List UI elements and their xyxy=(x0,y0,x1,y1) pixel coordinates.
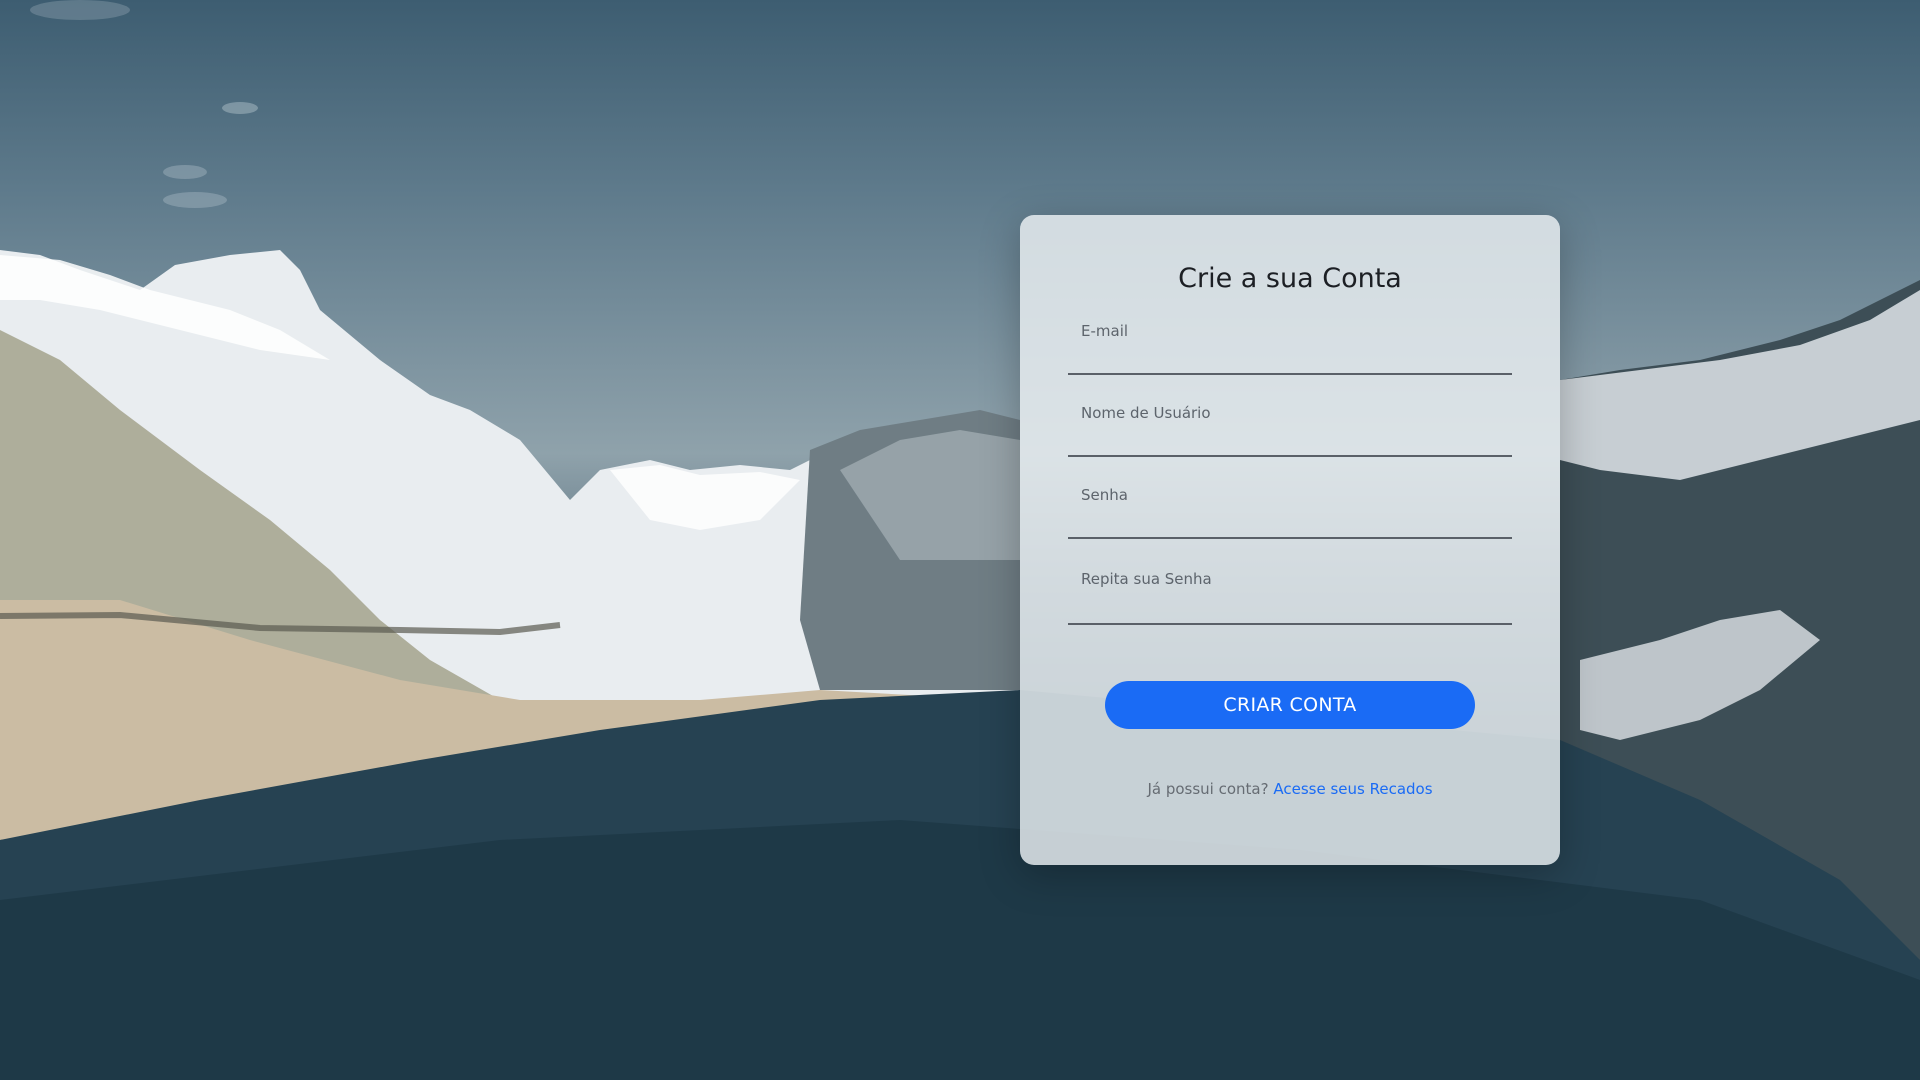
page-background: Crie a sua Conta CRIAR CONTA Já possui c… xyxy=(0,0,1920,1080)
signup-card: Crie a sua Conta CRIAR CONTA Já possui c… xyxy=(1020,215,1560,865)
repeat-password-field-wrapper xyxy=(1068,561,1512,625)
login-prompt-text: Já possui conta? xyxy=(1147,780,1269,798)
password-field[interactable] xyxy=(1068,479,1512,537)
username-field[interactable] xyxy=(1068,397,1512,455)
email-field[interactable] xyxy=(1068,315,1512,373)
login-link[interactable]: Acesse seus Recados xyxy=(1273,780,1432,798)
repeat-password-field[interactable] xyxy=(1068,561,1512,623)
create-account-button[interactable]: CRIAR CONTA xyxy=(1105,681,1475,729)
mountain-lake-background xyxy=(0,0,1920,1080)
form-title: Crie a sua Conta xyxy=(1178,263,1402,294)
password-field-wrapper xyxy=(1068,479,1512,539)
login-prompt: Já possui conta? Acesse seus Recados xyxy=(1020,780,1560,798)
email-field-wrapper xyxy=(1068,315,1512,375)
username-field-wrapper xyxy=(1068,397,1512,457)
